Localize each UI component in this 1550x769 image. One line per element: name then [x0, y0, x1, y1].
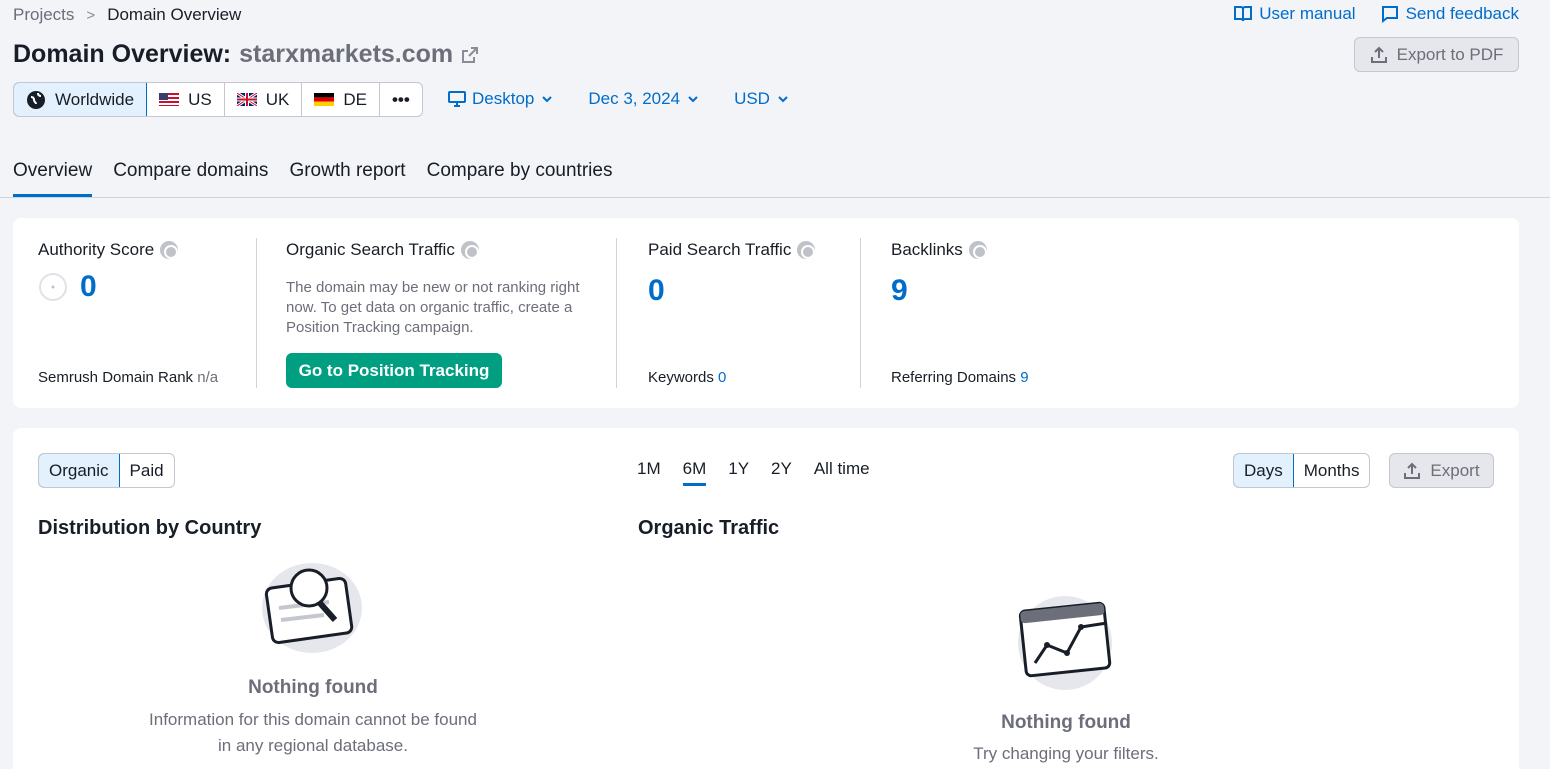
organic-traffic-title: Organic Traffic	[638, 517, 780, 539]
period-2y[interactable]: 2Y	[771, 459, 792, 486]
paid-toggle[interactable]: Paid	[120, 454, 174, 487]
period-all-time[interactable]: All time	[814, 459, 870, 486]
months-toggle[interactable]: Months	[1294, 454, 1370, 487]
domain-name: starxmarkets.com	[239, 40, 454, 68]
user-manual-link[interactable]: User manual	[1233, 4, 1356, 24]
tab-overview[interactable]: Overview	[13, 160, 93, 197]
divider	[860, 238, 861, 388]
device-dropdown[interactable]: Desktop	[448, 89, 554, 109]
send-feedback-link[interactable]: Send feedback	[1380, 4, 1519, 24]
paid-keywords: Keywords 0	[648, 369, 727, 386]
page-title: Domain Overview: starxmarkets.com	[13, 40, 479, 69]
info-icon[interactable]	[797, 241, 816, 259]
tab-compare-by-countries[interactable]: Compare by countries	[427, 160, 613, 197]
paid-traffic-value[interactable]: 0	[648, 274, 815, 308]
traffic-empty-title: Nothing found	[1001, 712, 1131, 733]
more-databases-button[interactable]: •••	[380, 83, 422, 116]
organic-description: The domain may be new or not ranking rig…	[286, 279, 580, 336]
metrics-card: Authority Score 0 Semrush Domain Rank n/…	[13, 218, 1519, 408]
us-flag-icon	[159, 93, 180, 106]
uk-flag-icon	[236, 93, 257, 106]
divider	[256, 238, 257, 388]
organic-toggle[interactable]: Organic	[38, 454, 120, 487]
database-selector: Worldwide US UK DE •••	[13, 82, 423, 117]
date-dropdown[interactable]: Dec 3, 2024	[588, 89, 700, 109]
breadcrumb-projects-link[interactable]: Projects	[13, 5, 74, 25]
authority-score-value[interactable]: 0	[80, 270, 97, 304]
source-toggle: Organic Paid	[38, 453, 175, 488]
top-links: User manual Send feedback	[1233, 4, 1519, 24]
database-uk[interactable]: UK	[225, 83, 303, 116]
currency-dropdown[interactable]: USD	[734, 89, 790, 109]
period-1m[interactable]: 1M	[637, 459, 661, 486]
distribution-title: Distribution by Country	[38, 517, 262, 539]
chevron-down-icon	[778, 96, 788, 103]
de-flag-icon	[314, 93, 335, 106]
globe-icon	[27, 90, 45, 109]
traffic-panel: Organic Paid 1M 6M 1Y 2Y All time Days M…	[13, 428, 1519, 769]
domain-rank: Semrush Domain Rank n/a	[38, 369, 219, 386]
info-icon[interactable]	[968, 241, 987, 259]
magnifier-illustration-icon	[262, 563, 362, 653]
breadcrumb-current: Domain Overview	[107, 5, 242, 24]
go-to-position-tracking-button[interactable]: Go to Position Tracking	[286, 353, 502, 388]
distribution-empty-title: Nothing found	[248, 677, 378, 698]
period-selector: 1M 6M 1Y 2Y All time	[637, 459, 870, 486]
tabs-divider	[0, 197, 1550, 198]
database-us[interactable]: US	[147, 83, 225, 116]
upload-icon	[1404, 462, 1421, 479]
tab-compare-domains[interactable]: Compare domains	[113, 160, 268, 197]
organic-traffic-widget: Organic Search Traffic The domain may be…	[286, 240, 586, 338]
chevron-right-icon: >	[86, 6, 96, 24]
divider	[616, 238, 617, 388]
backlinks-value[interactable]: 9	[891, 274, 987, 308]
tab-growth-report[interactable]: Growth report	[289, 160, 405, 197]
period-6m[interactable]: 6M	[682, 459, 707, 486]
export-button[interactable]: Export	[1389, 453, 1494, 488]
days-toggle[interactable]: Days	[1234, 454, 1294, 487]
book-icon	[1234, 6, 1253, 22]
main-tabs: Overview Compare domains Growth report C…	[13, 160, 612, 197]
info-icon[interactable]	[160, 241, 179, 259]
upload-icon	[1370, 46, 1387, 63]
database-de[interactable]: DE	[302, 83, 380, 116]
authority-score-widget: Authority Score 0	[38, 240, 179, 304]
chat-icon	[1381, 6, 1398, 23]
info-icon[interactable]	[460, 241, 479, 259]
traffic-empty-text: Try changing your filters.	[973, 744, 1159, 763]
score-gauge-icon	[39, 273, 67, 301]
chevron-down-icon	[688, 96, 698, 103]
export-pdf-button[interactable]: Export to PDF	[1354, 37, 1519, 72]
filters-bar: Desktop Dec 3, 2024 USD	[448, 89, 790, 109]
chevron-down-icon	[542, 96, 553, 103]
desktop-icon	[448, 91, 466, 107]
database-worldwide[interactable]: Worldwide	[13, 83, 148, 116]
granularity-toggle: Days Months	[1233, 453, 1371, 488]
distribution-empty-text: Information for this domain cannot be fo…	[149, 710, 477, 755]
external-link-icon[interactable]	[461, 46, 479, 64]
breadcrumb: Projects > Domain Overview	[13, 5, 241, 25]
chart-illustration-icon	[1018, 596, 1112, 690]
period-1y[interactable]: 1Y	[728, 459, 749, 486]
backlinks-widget: Backlinks 9	[891, 240, 987, 308]
referring-domains: Referring Domains 9	[891, 369, 1029, 386]
paid-traffic-widget: Paid Search Traffic 0	[648, 240, 816, 308]
